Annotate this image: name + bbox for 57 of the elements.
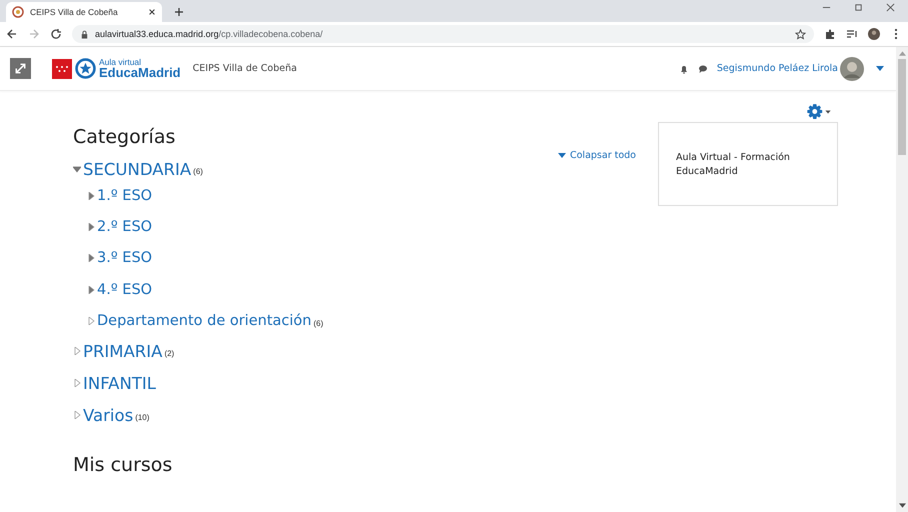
category-link[interactable]: 1.º ESO: [97, 188, 152, 204]
logo-subtitle: Aula virtual: [99, 58, 142, 66]
scrollbar[interactable]: [896, 47, 908, 512]
profile-avatar-icon[interactable]: [868, 28, 880, 40]
collapsed-arrow-icon[interactable]: [87, 222, 95, 231]
expand-icon[interactable]: [10, 58, 31, 79]
star-icon[interactable]: [795, 28, 806, 40]
course-count: (10): [135, 413, 150, 422]
section-heading: Categorías: [73, 126, 176, 148]
flag-icon: [52, 58, 72, 78]
collapsed-arrow-icon[interactable]: [73, 379, 81, 388]
user-name[interactable]: Segismundo Peláez Lirola: [716, 63, 838, 74]
lock-icon: [80, 30, 89, 38]
collapsed-arrow-icon[interactable]: [87, 192, 95, 200]
logo-title: EducaMadrid: [99, 66, 181, 80]
category-link[interactable]: 4.º ESO: [97, 282, 152, 298]
address-field[interactable]: aulavirtual33.educa.madrid.org/cp.villadecobena.cobena/: [72, 25, 814, 43]
collapsed-arrow-icon[interactable]: [87, 254, 95, 262]
collapse-all-link[interactable]: Colapsar todo: [558, 150, 636, 161]
collapsed-arrow-icon[interactable]: [73, 347, 81, 356]
category-link[interactable]: 2.º ESO: [97, 218, 152, 235]
scrollbar-thumb[interactable]: [898, 59, 906, 155]
course-count: (6): [313, 318, 324, 328]
chat-icon[interactable]: [698, 64, 708, 74]
block-text: Aula Virtual - Formación EducaMadrid: [676, 151, 791, 180]
category-link[interactable]: Departamento de orientación: [97, 312, 312, 329]
tab-title: CEIPS Villa de Cobeña: [30, 7, 119, 17]
collapsed-arrow-icon[interactable]: [87, 316, 95, 325]
browser-tab[interactable]: CEIPS Villa de Cobeña: [6, 2, 162, 22]
category-link[interactable]: Varios: [83, 406, 134, 425]
bell-icon[interactable]: [678, 64, 689, 74]
close-icon[interactable]: [148, 8, 156, 16]
expanded-arrow-icon[interactable]: [73, 165, 81, 173]
category-link[interactable]: PRIMARIA: [83, 342, 162, 361]
avatar-icon[interactable]: [840, 56, 864, 80]
back-icon[interactable]: [6, 28, 18, 40]
collapsed-arrow-icon[interactable]: [87, 286, 95, 294]
star-emblem-icon: [75, 58, 96, 79]
category-link[interactable]: INFANTIL: [83, 374, 156, 393]
plus-icon[interactable]: [174, 7, 184, 17]
close-icon[interactable]: [886, 3, 895, 12]
category-link[interactable]: SECUNDARIA: [83, 160, 192, 178]
section-heading: Mis cursos: [73, 454, 174, 476]
caret-icon: [558, 153, 566, 158]
site-name: CEIPS Villa de Cobeña: [192, 63, 297, 74]
course-count: (6): [193, 167, 203, 176]
playlist-icon[interactable]: [846, 28, 858, 40]
site-icon: [12, 6, 24, 18]
settings-icon[interactable]: [806, 103, 832, 120]
puzzle-icon[interactable]: [824, 28, 836, 40]
collapsed-arrow-icon[interactable]: [73, 411, 81, 420]
scroll-down-icon[interactable]: [898, 503, 906, 508]
category-link[interactable]: 3.º ESO: [97, 250, 152, 266]
reload-icon[interactable]: [50, 28, 62, 40]
course-count: (2): [164, 349, 174, 358]
restore-icon[interactable]: [854, 3, 863, 12]
caret-icon[interactable]: [876, 66, 884, 71]
